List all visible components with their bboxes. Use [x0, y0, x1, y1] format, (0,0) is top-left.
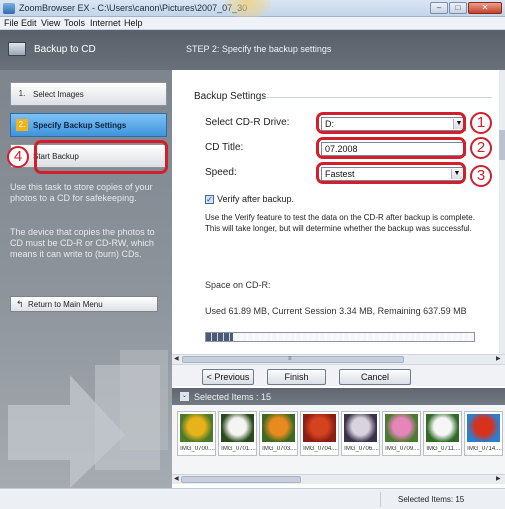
space-usage-info: Used 61.89 MB, Current Session 3.34 MB, … — [205, 306, 467, 316]
verify-label: Verify after backup. — [217, 194, 295, 204]
step-label: Select Images — [33, 90, 84, 99]
cd-title-label: CD Title: — [205, 142, 244, 153]
status-bar: Selected Items: 15 — [0, 488, 505, 509]
close-button[interactable]: ✕ — [468, 2, 502, 14]
thumbnail-item[interactable]: IMG_0700.... — [177, 411, 216, 456]
thumbnail-label: IMG_0709.... — [385, 446, 420, 452]
annotation-number-4: 4 — [7, 146, 29, 168]
thumbnail-label: IMG_0701.... — [221, 446, 256, 452]
scroll-left-icon[interactable]: ◀ — [174, 475, 179, 482]
verify-description: Use the Verify feature to test the data … — [205, 213, 475, 233]
menu-view[interactable]: View — [41, 18, 60, 28]
thumbnail-item[interactable]: IMG_0704.... — [300, 411, 339, 456]
return-to-main-menu-button[interactable]: ↰ Return to Main Menu — [10, 296, 158, 312]
finish-button[interactable]: Finish — [267, 369, 326, 385]
thumbnail-item[interactable]: IMG_0703.... — [259, 411, 298, 456]
thumbnail-scroll-thumb[interactable] — [181, 476, 301, 483]
thumbnail-image — [221, 414, 254, 442]
annotation-number-2: 2 — [470, 137, 492, 159]
return-label: Return to Main Menu — [28, 300, 103, 309]
vertical-scroll-thumb[interactable] — [499, 130, 505, 160]
space-on-cd-label: Space on CD-R: — [205, 280, 271, 290]
cd-drive-label: Select CD-R Drive: — [205, 117, 290, 128]
thumbnail-strip: IMG_0700.... IMG_0701.... IMG_0703.... IMG_… — [172, 405, 505, 474]
thumbnail-item[interactable]: IMG_0714.... — [464, 411, 503, 456]
verify-checkbox[interactable]: ✓ — [205, 195, 214, 204]
menu-edit[interactable]: Edit — [21, 18, 37, 28]
thumbnail-image — [344, 414, 377, 442]
step-header-title: STEP 2: Specify the backup settings — [186, 44, 332, 54]
task-panel: Backup to CD 1. Select Images 2. Specify… — [0, 30, 172, 488]
vertical-scrollbar[interactable] — [499, 70, 505, 354]
menu-bar: File Edit View Tools Internet Help — [0, 17, 505, 30]
thumbnail-label: IMG_0711.... — [426, 446, 461, 452]
scroll-left-icon[interactable]: ◀ — [174, 355, 179, 362]
status-selected-items: Selected Items: 15 — [398, 495, 465, 504]
annotation-number-3: 3 — [470, 165, 492, 187]
task-title: Backup to CD — [34, 44, 96, 55]
grip-icon: ≡ — [288, 356, 292, 362]
return-arrow-icon: ↰ — [16, 299, 24, 309]
step-select-images[interactable]: 1. Select Images — [10, 82, 167, 106]
collapse-icon[interactable]: ⌄ — [180, 392, 189, 401]
annotation-box-2 — [316, 137, 466, 159]
speed-label: Speed: — [205, 167, 237, 178]
thumbnail-label: IMG_0700.... — [180, 446, 215, 452]
thumbnail-label: IMG_0714.... — [467, 446, 502, 452]
arrow-decoration — [8, 350, 168, 488]
maximize-button[interactable]: □ — [449, 2, 467, 14]
menu-file[interactable]: File — [4, 18, 19, 28]
horizontal-scroll-thumb[interactable]: ≡ — [182, 356, 404, 363]
thumbnail-item[interactable]: IMG_0706.... — [341, 411, 380, 456]
thumbnail-item[interactable]: IMG_0701.... — [218, 411, 257, 456]
thumbnail-item[interactable]: IMG_0711.... — [423, 411, 462, 456]
scroll-right-icon[interactable]: ▶ — [496, 355, 501, 362]
window-title: ZoomBrowser EX - C:\Users\canon\Pictures… — [19, 3, 248, 13]
thumbnail-image — [303, 414, 336, 442]
task-panel-header: Backup to CD — [0, 30, 172, 70]
selected-items-bar: ⌄ Selected Items : 15 — [172, 388, 505, 405]
step-specify-backup-settings[interactable]: 2. Specify Backup Settings — [10, 113, 167, 137]
scroll-right-icon[interactable]: ▶ — [496, 475, 501, 482]
menu-tools[interactable]: Tools — [64, 18, 85, 28]
previous-button[interactable]: < Previous — [202, 369, 254, 385]
thumbnail-item[interactable]: IMG_0709.... — [382, 411, 421, 456]
group-divider — [262, 97, 492, 98]
thumbnail-scrollbar[interactable]: ◀ ▶ — [172, 474, 505, 484]
annotation-box-3 — [316, 162, 466, 184]
menu-internet[interactable]: Internet — [90, 18, 121, 28]
thumbnail-label: IMG_0703.... — [262, 446, 297, 452]
thumbnail-label: IMG_0706.... — [344, 446, 379, 452]
task-description: Use this task to store copies of your ph… — [10, 182, 153, 203]
step-header: STEP 2: Specify the backup settings — [172, 30, 505, 70]
thumbnail-image — [385, 414, 418, 442]
backup-settings-heading: Backup Settings — [194, 91, 267, 102]
wizard-button-row: < Previous Finish Cancel — [172, 364, 505, 386]
step-label: Specify Backup Settings — [33, 121, 127, 130]
device-description: The device that copies the photos to CD … — [10, 227, 155, 259]
thumbnail-image — [467, 414, 500, 442]
annotation-number-1: 1 — [470, 112, 492, 134]
annotation-box-1 — [316, 112, 466, 134]
selected-items-label: Selected Items : 15 — [194, 392, 272, 402]
step-number: 1. — [18, 89, 26, 98]
thumbnail-image — [262, 414, 295, 442]
thumbnail-image — [426, 414, 459, 442]
backup-cd-icon — [8, 42, 26, 56]
annotation-box-4 — [34, 140, 168, 174]
horizontal-scrollbar[interactable]: ◀ ≡ ▶ — [172, 354, 505, 364]
space-progress-bar — [205, 332, 475, 342]
menu-help[interactable]: Help — [124, 18, 143, 28]
cancel-button[interactable]: Cancel — [339, 369, 411, 385]
thumbnail-label: IMG_0704.... — [303, 446, 338, 452]
step-number: 2. — [16, 119, 28, 131]
zoombrowser-app-icon — [3, 3, 15, 14]
thumbnail-image — [180, 414, 213, 442]
minimize-button[interactable]: – — [430, 2, 448, 14]
